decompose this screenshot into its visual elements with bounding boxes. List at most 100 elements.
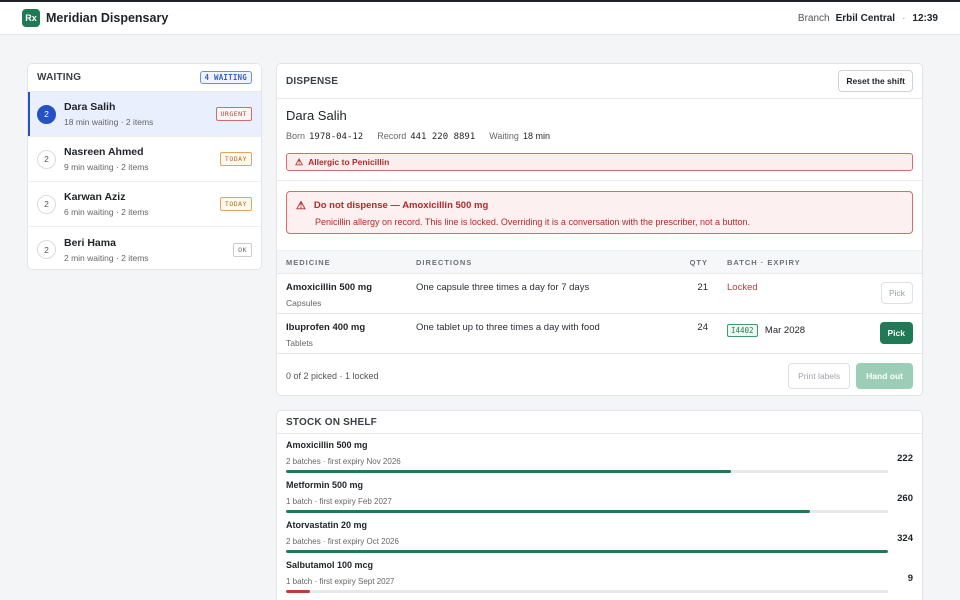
rx-logo-icon: Rx <box>22 9 40 27</box>
separator: · <box>902 12 906 24</box>
patient-meta: Born 1978-04-12 Record 441 220 8891 Waitin… <box>286 131 913 142</box>
table-row: Ibuprofen 400 mg Tablets One tablet up t… <box>277 314 922 354</box>
wait-meta: 6 min waiting · 2 items <box>64 207 149 217</box>
patient-name: Karwan Aziz <box>64 191 126 203</box>
stock-medicine-name: Metformin 500 mg <box>286 480 364 490</box>
queue-row[interactable]: 2 Dara Salih 18 min waiting · 2 items UR… <box>28 92 261 137</box>
patient-name: Dara Salih <box>64 101 116 113</box>
priority-tag: URGENT <box>215 107 252 121</box>
print-labels-button[interactable]: Print labels <box>788 363 851 389</box>
waiting-value: 18 min <box>522 131 550 141</box>
stock-meta: 2 batches · first expiry Oct 2026 <box>286 537 399 546</box>
branch-name: Erbil Central <box>835 12 896 24</box>
stock-level-bar <box>286 550 888 553</box>
stock-row: Salbutamol 100 mcg 1 batch · first expir… <box>277 554 922 594</box>
allergy-banner: ⚠ Allergic to Penicillin <box>286 153 913 171</box>
stock-medicine-name: Atorvastatin 20 mg <box>286 520 368 530</box>
do-not-dispense-alert: ⚠ Do not dispense — Amoxicillin 500 mg P… <box>286 191 913 234</box>
waiting-count-badge: 4 WAITING <box>199 71 252 84</box>
stock-level-bar <box>286 510 888 513</box>
record-label: Record <box>377 131 407 141</box>
wait-meta: 18 min waiting · 2 items <box>64 117 154 127</box>
dispense-panel: DISPENSE Reset the shift Dara Salih Born… <box>276 63 923 396</box>
col-batch-expiry: BATCH · EXPIRY <box>727 257 801 267</box>
directions: One capsule three times a day for 7 days <box>416 282 590 293</box>
stock-quantity: 260 <box>897 492 913 504</box>
stock-header: STOCK ON SHELF <box>277 411 922 434</box>
wait-meta: 9 min waiting · 2 items <box>64 162 149 172</box>
stock-level-fill <box>286 590 311 593</box>
divider <box>277 180 922 181</box>
medicine-name: Ibuprofen 400 mg <box>286 322 366 333</box>
patient-summary: Dara Salih Born 1978-04-12 Record 441 220 … <box>277 99 922 171</box>
stock-row: Amoxicillin 500 mg 2 batches · first exp… <box>277 434 922 474</box>
priority-tag: TODAY <box>219 197 252 211</box>
clock: 12:39 <box>912 12 938 24</box>
stock-meta: 1 batch · first expiry Feb 2027 <box>286 497 392 506</box>
medicine-name: Amoxicillin 500 mg <box>286 282 373 293</box>
stock-quantity: 324 <box>897 532 913 544</box>
medicine-table: MEDICINE DIRECTIONS QTY BATCH · EXPIRY A… <box>277 250 922 354</box>
warning-triangle-icon: ⚠ <box>296 200 306 212</box>
stock-level-fill <box>286 550 888 553</box>
wait-meta: 2 min waiting · 2 items <box>64 252 149 263</box>
medicine-form: Capsules <box>286 298 322 308</box>
stock-level-fill <box>286 510 810 513</box>
priority-tag: OK <box>233 242 252 257</box>
warning-triangle-icon: ⚠ <box>295 156 304 167</box>
table-row: Amoxicillin 500 mg Capsules One capsule … <box>277 274 922 314</box>
patient-name: Nasreen Ahmed <box>64 146 144 158</box>
stock-meta: 1 batch · first expiry Sept 2027 <box>286 577 395 586</box>
locked-status: Locked <box>727 282 758 293</box>
stock-title: STOCK ON SHELF <box>286 416 377 428</box>
stock-level-bar <box>286 590 888 593</box>
waiting-label: Waiting <box>489 131 519 141</box>
batch-tag: I4402 <box>727 324 758 337</box>
quantity: 24 <box>697 322 708 333</box>
col-medicine: MEDICINE <box>286 257 331 267</box>
stock-meta: 2 batches · first expiry Nov 2026 <box>286 457 401 466</box>
waiting-title: WAITING <box>37 72 82 83</box>
item-count-circle: 2 <box>37 194 56 214</box>
stock-medicine-name: Salbutamol 100 mcg <box>286 560 374 570</box>
col-directions: DIRECTIONS <box>416 257 473 267</box>
patient-name-heading: Dara Salih <box>286 108 347 123</box>
item-count-circle: 2 <box>37 104 56 124</box>
alert-title: Do not dispense — Amoxicillin 500 mg <box>313 200 489 211</box>
pick-button-disabled: Pick <box>880 282 913 304</box>
expiry-date: Mar 2028 <box>764 325 806 336</box>
priority-tag: TODAY <box>219 152 252 166</box>
queue-row[interactable]: 2 Nasreen Ahmed 9 min waiting · 2 items … <box>28 137 261 182</box>
patient-name: Beri Hama <box>64 236 116 249</box>
stock-quantity: 9 <box>907 572 913 584</box>
dispense-title: DISPENSE <box>286 75 339 87</box>
stock-panel: STOCK ON SHELF Amoxicillin 500 mg 2 batc… <box>276 410 923 600</box>
reset-shift-button[interactable]: Reset the shift <box>838 70 913 92</box>
col-qty: QTY <box>689 257 708 267</box>
queue-row[interactable]: 2 Karwan Aziz 6 min waiting · 2 items TO… <box>28 182 261 227</box>
directions: One tablet up to three times a day with … <box>416 322 600 333</box>
born-value: 1978-04-12 <box>309 132 364 142</box>
table-header: MEDICINE DIRECTIONS QTY BATCH · EXPIRY <box>277 250 922 274</box>
top-bar: Rx Meridian Dispensary Branch Erbil Cent… <box>0 0 960 35</box>
waiting-header: WAITING 4 WAITING <box>28 64 261 92</box>
stock-medicine-name: Amoxicillin 500 mg <box>286 440 368 450</box>
alert-body: Penicillin allergy on record. This line … <box>315 217 751 227</box>
branch-label: Branch <box>797 12 830 24</box>
dispense-footer: 0 of 2 picked · 1 locked Print labels Ha… <box>277 354 922 395</box>
pick-status: 0 of 2 picked · 1 locked <box>286 371 379 381</box>
stock-row: Metformin 500 mg 1 batch · first expiry … <box>277 474 922 514</box>
dispense-header: DISPENSE Reset the shift <box>277 64 922 99</box>
born-label: Born <box>286 131 306 141</box>
stock-level-fill <box>286 470 732 473</box>
waiting-panel: WAITING 4 WAITING 2 Dara Salih 18 min wa… <box>27 63 262 270</box>
queue-row[interactable]: 2 Beri Hama 2 min waiting · 2 items OK <box>28 227 261 269</box>
record-value: 441 220 8891 <box>410 132 476 142</box>
quantity: 21 <box>697 282 708 293</box>
branch-info: Branch Erbil Central · 12:39 <box>798 13 938 24</box>
hand-out-button[interactable]: Hand out <box>856 363 913 389</box>
stock-row: Atorvastatin 20 mg 2 batches · first exp… <box>277 514 922 554</box>
pick-button[interactable]: Pick <box>879 322 913 344</box>
item-count-circle: 2 <box>37 149 56 169</box>
stock-quantity: 222 <box>897 452 913 464</box>
